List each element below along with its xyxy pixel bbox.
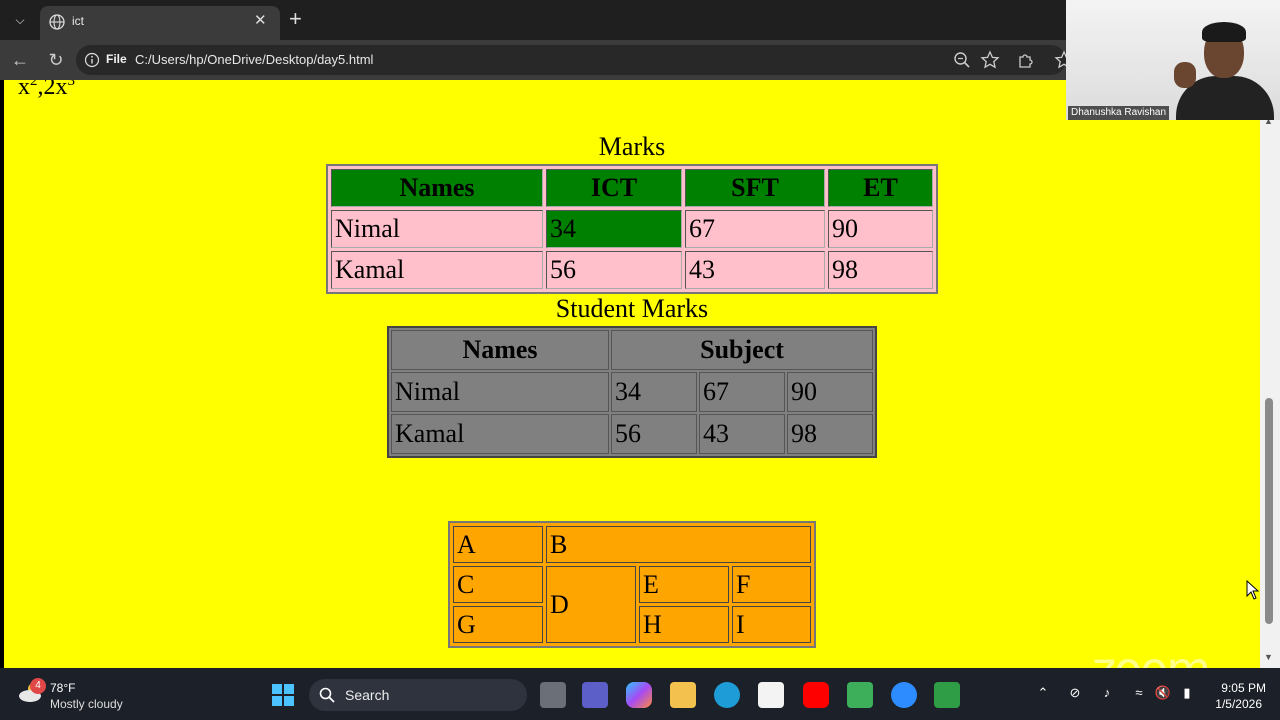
edge-browser-icon[interactable]: [714, 682, 740, 708]
browser-tab[interactable]: ict ✕: [40, 6, 280, 40]
clock-date[interactable]: 1/5/2026: [1204, 697, 1262, 711]
weather-description[interactable]: Mostly cloudy: [50, 697, 123, 711]
table-cell: C: [453, 566, 543, 603]
table-cell: E: [639, 566, 729, 603]
table-cell: 67: [699, 372, 785, 412]
table-cell: 56: [546, 251, 682, 289]
taskbar: 4 78°F Mostly cloudy Search ⌃ ⊘ ♪ ≈ 🔇 ▮ …: [0, 668, 1280, 720]
table-cell: 90: [828, 210, 933, 248]
marks-table: Names ICT SFT ET Nimal 34 67 90 Kamal 56…: [326, 164, 938, 294]
participant-name: Dhanushka Ravishan: [1068, 106, 1170, 120]
table-cell: I: [732, 606, 811, 643]
table-cell: 34: [611, 372, 697, 412]
notepad-app-icon[interactable]: [934, 682, 960, 708]
task-view-icon[interactable]: [540, 682, 566, 708]
table-cell: 43: [685, 251, 825, 289]
table-cell: A: [453, 526, 543, 563]
info-icon[interactable]: [84, 52, 100, 68]
weather-badge: 4: [30, 678, 46, 694]
show-hidden-icons-icon[interactable]: ⌃: [1034, 684, 1052, 702]
wifi-icon[interactable]: ≈: [1130, 684, 1148, 702]
table-row: A B: [453, 526, 811, 563]
search-label: Search: [345, 687, 390, 703]
battery-icon[interactable]: ▮: [1178, 684, 1196, 702]
student-marks-caption: Student Marks: [555, 294, 709, 323]
reload-icon[interactable]: ↻: [44, 48, 68, 72]
globe-icon: [49, 14, 65, 30]
header-cell: Names: [331, 169, 543, 207]
header-cell: SFT: [685, 169, 825, 207]
scrollbar-thumb[interactable]: [1265, 398, 1273, 624]
table-cell: Kamal: [331, 251, 543, 289]
table-cell: H: [639, 606, 729, 643]
participant-video: Dhanushka Ravishan: [1066, 0, 1280, 120]
table-row: Nimal 34 67 90: [391, 372, 873, 412]
table-row: Nimal 34 67 90: [331, 210, 933, 248]
table-cell: 98: [787, 414, 873, 454]
clock-time[interactable]: 9:05 PM: [1210, 681, 1266, 695]
android-app-icon[interactable]: [847, 682, 873, 708]
student-marks-table: Names Subject Nimal 34 67 90 Kamal 56 43…: [387, 326, 877, 458]
table-cell: 90: [787, 372, 873, 412]
header-cell: ET: [828, 169, 933, 207]
table-row: Kamal 56 43 98: [331, 251, 933, 289]
header-cell: ICT: [546, 169, 682, 207]
volume-muted-icon[interactable]: 🔇: [1154, 684, 1172, 702]
zoom-app-icon[interactable]: [891, 682, 917, 708]
zoom-icon[interactable]: [952, 50, 972, 70]
extensions-icon[interactable]: [1016, 50, 1036, 70]
weather-temperature[interactable]: 78°F: [50, 681, 75, 695]
math-expression: x2,2x3: [18, 80, 75, 100]
table-row: C D E F: [453, 566, 811, 643]
address-bar[interactable]: File C:/Users/hp/OneDrive/Desktop/day5.h…: [76, 45, 1074, 75]
tab-title: ict: [72, 14, 84, 28]
table-cell: 34: [546, 210, 682, 248]
back-icon[interactable]: ←: [8, 48, 32, 72]
taskbar-search[interactable]: Search: [309, 679, 527, 711]
scheme-label: File: [106, 52, 127, 66]
participant-hand: [1174, 62, 1196, 88]
microsoft-store-icon[interactable]: [758, 682, 784, 708]
page-scrollbar[interactable]: ▲ ▼: [1260, 80, 1280, 668]
page-viewport: x2,2x3 Marks Names ICT SFT ET Nimal 34 6…: [4, 80, 1260, 668]
header-cell: Subject: [611, 330, 873, 370]
participant-hair: [1202, 22, 1246, 42]
table-cell: B: [546, 526, 811, 563]
new-tab-icon[interactable]: +: [289, 7, 302, 31]
mouse-cursor-icon: [1246, 580, 1260, 600]
teams-icon[interactable]: [582, 682, 608, 708]
scroll-down-icon[interactable]: ▼: [1264, 652, 1273, 662]
table-row: Names ICT SFT ET: [331, 169, 933, 207]
table-cell: F: [732, 566, 811, 603]
table-cell: D: [546, 566, 636, 643]
search-icon: [319, 687, 335, 703]
network-off-icon[interactable]: ⊘: [1066, 684, 1084, 702]
table-cell: Kamal: [391, 414, 609, 454]
windows-start-icon[interactable]: [270, 682, 296, 708]
header-cell: Names: [391, 330, 609, 370]
tab-actions-menu-icon[interactable]: ⌵: [8, 8, 32, 32]
youtube-icon[interactable]: [803, 682, 829, 708]
table-cell: G: [453, 606, 543, 643]
table-cell: Nimal: [391, 372, 609, 412]
letter-grid-table: A B C D E F G H I: [448, 521, 816, 648]
table-cell: 56: [611, 414, 697, 454]
table-cell: 98: [828, 251, 933, 289]
microphone-icon[interactable]: ♪: [1098, 684, 1116, 702]
table-cell: 43: [699, 414, 785, 454]
url-text[interactable]: C:/Users/hp/OneDrive/Desktop/day5.html: [135, 52, 373, 67]
file-explorer-icon[interactable]: [670, 682, 696, 708]
copilot-icon[interactable]: [626, 682, 652, 708]
table-cell: Nimal: [331, 210, 543, 248]
table-row: Names Subject: [391, 330, 873, 370]
close-tab-icon[interactable]: ✕: [254, 11, 267, 29]
table-cell: 67: [685, 210, 825, 248]
table-row: Kamal 56 43 98: [391, 414, 873, 454]
favorite-star-icon[interactable]: [980, 50, 1000, 70]
marks-caption: Marks: [598, 132, 666, 161]
